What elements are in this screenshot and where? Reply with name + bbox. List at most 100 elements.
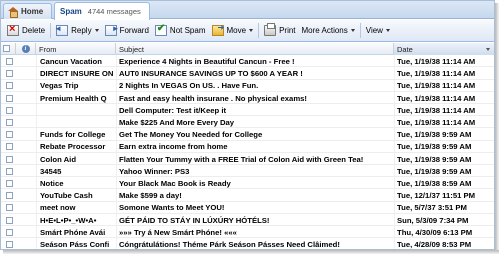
printer-icon [264,23,277,36]
message-row[interactable]: Smárt Phóne Avái »»» Try á New Smárt Phón… [1,227,494,239]
tab-strip: Home Spam 4744 messages [1,1,494,20]
message-subject: Somone Wants to Meet YOU! [119,203,225,213]
message-date: Tue, 4/28/09 8:53 PM [397,240,472,249]
column-header-date[interactable]: Date [394,43,494,55]
message-date: Thu, 4/30/09 6:13 PM [397,227,473,237]
print-button[interactable]: Print [261,22,298,40]
message-select-checkbox[interactable] [6,180,13,187]
home-icon [8,7,18,18]
column-header-from[interactable]: From [36,43,116,55]
message-from [38,117,115,128]
message-select-checkbox[interactable] [6,94,13,102]
mail-window: Home Spam 4744 messages Delete Reply For… [0,0,495,250]
message-row[interactable]: Make $225 And More Every Day Tue, 1/19/38… [1,117,494,129]
not-spam-label: Not Spam [169,26,206,35]
message-row[interactable]: 34545 Yahoo Winner: PS3 Tue, 1/19/38 9:59 … [1,166,494,178]
chevron-down-icon [350,29,355,32]
delete-button[interactable]: Delete [4,22,48,40]
message-select-checkbox[interactable] [6,216,13,224]
info-column-header[interactable]: i [16,43,36,55]
message-select-checkbox[interactable] [6,241,13,248]
message-subject: Dell Computer: Test it/Keep it [119,105,227,115]
message-from [38,105,115,116]
message-row[interactable]: Dell Computer: Test it/Keep it Tue, 1/19/… [1,105,494,117]
message-subject: Get The Money You Needed for College [119,130,263,140]
move-label: Move [226,26,247,35]
message-date: Tue, 1/19/38 9:59 AM [397,154,472,164]
message-date: Tue, 1/19/38 11:14 AM [397,57,476,66]
message-date: Tue, 1/19/38 11:14 AM [397,69,476,79]
forward-button[interactable]: Forward [102,22,152,40]
info-icon: i [21,45,30,53]
select-all-column[interactable] [1,43,16,55]
select-all-checkbox[interactable] [3,45,10,52]
from-header-label: From [39,44,57,54]
toolbar-separator [359,23,361,38]
not-spam-button[interactable]: Not Spam [152,22,209,40]
not-spam-icon [154,23,167,36]
message-select-checkbox[interactable] [6,131,13,139]
message-select-checkbox[interactable] [6,106,13,114]
message-row[interactable]: DIRECT INSURE ON AUT0 INSURANCE SAVINGS U… [1,68,494,80]
message-subject: AUT0 INSURANCE SAVINGS UP TO $600 A YEAR… [119,69,303,79]
message-select-checkbox[interactable] [6,58,13,65]
message-select-checkbox[interactable] [6,192,13,200]
message-date: Tue, 1/19/38 8:59 AM [397,179,472,188]
chevron-down-icon [249,29,254,32]
reply-button[interactable]: Reply [53,22,101,40]
message-subject: Experience 4 Nights in Beautiful Cancun … [119,57,295,66]
message-row[interactable]: Premium Health Q Fast and easy health ins… [1,93,494,104]
tab-home[interactable]: Home [3,3,52,19]
message-row[interactable]: Seáson Páss Confi Cóngrátulátions! Théme … [1,239,494,249]
move-button[interactable]: Move [209,22,257,40]
message-select-checkbox[interactable] [6,70,13,78]
message-row[interactable]: Rebate Processor Earn extra income from h… [1,141,494,153]
column-header-subject[interactable]: Subject [116,43,394,55]
more-actions-label: More Actions [301,26,348,35]
tab-spam[interactable]: Spam 4744 messages [54,2,150,20]
message-select-checkbox[interactable] [6,228,13,236]
more-actions-button[interactable]: More Actions [299,22,358,40]
view-button[interactable]: View [363,22,393,40]
message-row[interactable]: Notice Your Black Mac Book is Ready Tue, 1… [1,178,494,190]
message-select-checkbox[interactable] [6,119,13,126]
message-select-checkbox[interactable] [6,82,13,90]
window-shadow [495,3,499,253]
message-subject: 2 Nights In VEGAS On US. . Have Fun. [119,81,259,91]
message-row[interactable]: Funds for College Get The Money You Neede… [1,129,494,141]
message-subject: Your Black Mac Book is Ready [119,179,231,188]
message-select-checkbox[interactable] [6,204,13,212]
message-from: meet now [40,203,76,213]
message-select-checkbox[interactable] [6,155,13,163]
message-row[interactable]: Vegas Trip 2 Nights In VEGAS On US. . Hav… [1,80,494,92]
message-from: Seáson Páss Confi [40,240,110,249]
message-count: 4744 messages [87,7,141,16]
subject-header-label: Subject [119,44,145,54]
message-date: Tue, 1/19/38 9:59 AM [397,142,472,152]
reply-icon [54,24,69,36]
message-from: Premium Health Q [40,93,107,103]
grid-header: i From Subject Date [1,43,494,55]
chevron-down-icon [94,29,99,32]
message-subject: Flatten Your Tummy with a FREE Trial of … [119,154,364,164]
message-subject: Make $599 a day! [119,191,182,201]
message-from: Funds for College [40,130,106,140]
message-row[interactable]: meet now Somone Wants to Meet YOU! Tue, 5/… [1,202,494,214]
tab-spam-label: Spam [60,7,82,16]
sort-descending-icon [486,47,490,51]
message-select-checkbox[interactable] [6,143,13,151]
message-from: Rebate Processor [40,142,106,152]
print-label: Print [279,26,296,35]
message-select-checkbox[interactable] [6,167,13,175]
message-subject: Make $225 And More Every Day [119,118,235,127]
message-subject: Fast and easy health insurane . No physi… [119,93,307,103]
message-row[interactable]: Cancun Vacation Experience 4 Nights in Be… [1,56,494,68]
message-row[interactable]: Colon Aid Flatten Your Tummy with a FREE … [1,154,494,165]
message-from: Notice [40,179,64,188]
message-date: Tue, 1/19/38 11:14 AM [397,93,476,103]
message-row[interactable]: YouTube Cash Make $599 a day! Tue, 12/1/37… [1,190,494,202]
message-from: DIRECT INSURE ON [40,69,114,79]
message-row[interactable]: H•E•L•P•_•W•A• GÉT PÁID TO STÁY IN LÚXÚRY… [1,215,494,226]
message-from: Smárt Phóne Avái [40,227,106,237]
message-subject: Earn extra income from home [119,142,228,152]
